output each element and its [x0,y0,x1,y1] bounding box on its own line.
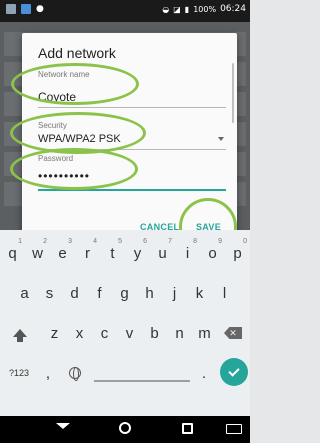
key-k[interactable]: k [187,274,212,312]
key-label: i [185,244,190,262]
location-pin-icon: ● [36,4,44,14]
wifi-icon: ◒ [162,4,170,14]
key-a[interactable]: a [12,274,37,312]
key-r[interactable]: r4 [75,234,100,272]
key-hint: 8 [193,238,197,245]
globe-icon [69,367,81,381]
dialog-title: Add network [38,45,116,61]
dialog-scrollbar[interactable] [232,63,234,123]
key-hint: 6 [143,238,147,245]
status-bar: ● ◒ ◪ ▮ 100% 06:24 [0,0,250,22]
keyboard-row-3: z x c v b n m ✕ [0,314,250,352]
key-label: q [8,244,17,262]
key-n[interactable]: n [167,314,192,352]
key-g[interactable]: g [112,274,137,312]
key-b[interactable]: b [142,314,167,352]
enter-key[interactable] [220,358,248,386]
key-m[interactable]: m [192,314,217,352]
key-c[interactable]: c [92,314,117,352]
key-j[interactable]: j [162,274,187,312]
no-signal-icon: ◪ [173,4,181,14]
key-label: r [85,244,90,262]
shift-icon [13,329,27,342]
notification-icon [6,4,16,14]
key-t[interactable]: t5 [100,234,125,272]
key-label: p [233,244,242,262]
shift-key[interactable] [4,314,36,352]
keyboard-row-1: q1 w2 e3 r4 t5 y6 u7 i8 o9 p0 [0,234,250,272]
key-label: w [32,244,43,262]
key-hint: 9 [218,238,222,245]
keyboard-switch-icon[interactable] [226,424,242,434]
key-label: o [208,244,217,262]
key-hint: 0 [243,238,247,245]
annotation-oval-network-name [11,63,139,105]
annotation-oval-password [10,148,138,190]
battery-icon: ▮ [184,4,190,14]
status-icons: ◒ ◪ ▮ 100% 06:24 [162,4,246,14]
dropdown-arrow-icon[interactable] [218,137,224,141]
key-f[interactable]: f [87,274,112,312]
key-y[interactable]: y6 [125,234,150,272]
backspace-icon: ✕ [224,327,242,339]
recent-apps-icon[interactable] [182,423,193,434]
key-s[interactable]: s [37,274,62,312]
key-u[interactable]: u7 [150,234,175,272]
key-p[interactable]: p0 [225,234,250,272]
key-o[interactable]: o9 [200,234,225,272]
key-d[interactable]: d [62,274,87,312]
key-i[interactable]: i8 [175,234,200,272]
network-name-underline [38,107,226,108]
key-w[interactable]: w2 [25,234,50,272]
battery-percent: 100% [193,4,217,14]
key-hint: 7 [168,238,172,245]
key-hint: 5 [118,238,122,245]
key-hint: 4 [93,238,97,245]
comma-key[interactable]: , [38,354,58,392]
key-e[interactable]: e3 [50,234,75,272]
key-hint: 2 [43,238,47,245]
backspace-key[interactable]: ✕ [218,314,248,352]
back-icon[interactable] [56,423,70,429]
language-key[interactable] [62,354,88,392]
key-x[interactable]: x [67,314,92,352]
key-label: e [58,244,67,262]
clock: 06:24 [220,4,246,14]
key-label: t [110,244,115,262]
notification-icons: ● [6,4,44,14]
space-bar[interactable] [94,364,190,382]
app-notification-icon [21,4,31,14]
home-icon[interactable] [119,422,131,434]
key-h[interactable]: h [137,274,162,312]
key-q[interactable]: q1 [0,234,25,272]
key-label: y [133,244,142,262]
key-hint: 3 [68,238,72,245]
period-key[interactable]: . [192,354,216,392]
keyboard-row-4: ?123 , . [0,354,250,392]
soft-keyboard: q1 w2 e3 r4 t5 y6 u7 i8 o9 p0 a s d f g … [0,230,250,416]
keyboard-row-2: a s d f g h j k l [0,274,250,312]
key-label: u [158,244,167,262]
check-icon [228,365,240,377]
key-hint: 1 [18,238,22,245]
key-v[interactable]: v [117,314,142,352]
key-z[interactable]: z [42,314,67,352]
key-l[interactable]: l [212,274,237,312]
navigation-bar [0,416,250,443]
symbols-key[interactable]: ?123 [2,354,36,392]
